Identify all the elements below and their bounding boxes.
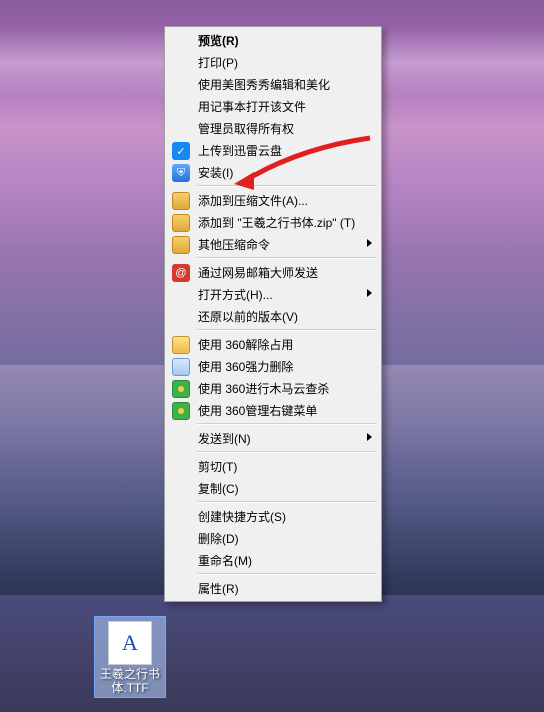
menu-item-label: 用记事本打开该文件 xyxy=(198,98,306,115)
360-delete-icon xyxy=(172,358,190,376)
menu-separator xyxy=(197,573,377,575)
menu-item-label: 打印(P) xyxy=(198,54,238,71)
menu-separator xyxy=(197,501,377,503)
submenu-arrow-icon xyxy=(367,239,372,247)
add-archive-icon xyxy=(172,192,190,210)
menu-item-label: 添加到压缩文件(A)... xyxy=(198,192,308,209)
menu-separator xyxy=(197,451,377,453)
submenu-arrow-icon xyxy=(367,433,372,441)
menu-item-print[interactable]: 打印(P) xyxy=(167,51,379,73)
menu-item-cut[interactable]: 剪切(T) xyxy=(167,455,379,477)
submenu-arrow-icon xyxy=(367,289,372,297)
menu-item-label: 使用 360强力删除 xyxy=(198,358,293,375)
menu-item-label: 安装(I) xyxy=(198,164,233,181)
menu-item-label: 创建快捷方式(S) xyxy=(198,508,286,525)
menu-item-label: 上传到迅雷云盘 xyxy=(198,142,282,159)
menu-item-notepad[interactable]: 用记事本打开该文件 xyxy=(167,95,379,117)
font-file-icon: A xyxy=(108,621,152,665)
menu-item-label: 属性(R) xyxy=(198,580,239,597)
menu-item-label: 打开方式(H)... xyxy=(198,286,273,303)
install-icon: ⛨ xyxy=(172,164,190,182)
menu-item-label: 使用 360进行木马云查杀 xyxy=(198,380,329,397)
menu-item-label: 通过网易邮箱大师发送 xyxy=(198,264,318,281)
menu-item-label: 添加到 "王羲之行书体.zip" (T) xyxy=(198,214,355,231)
menu-item-openwith[interactable]: 打开方式(H)... xyxy=(167,283,379,305)
menu-item-label: 重命名(M) xyxy=(198,552,252,569)
menu-separator xyxy=(197,185,377,187)
menu-item-xunlei[interactable]: ✓ 上传到迅雷云盘 xyxy=(167,139,379,161)
menu-item-label: 使用美图秀秀编辑和美化 xyxy=(198,76,330,93)
menu-item-add-archive[interactable]: 添加到压缩文件(A)... xyxy=(167,189,379,211)
menu-item-delete[interactable]: 删除(D) xyxy=(167,527,379,549)
menu-separator xyxy=(197,423,377,425)
menu-item-sendto[interactable]: 发送到(N) xyxy=(167,427,379,449)
menu-item-label: 使用 360管理右键菜单 xyxy=(198,402,317,419)
add-zip-icon xyxy=(172,214,190,232)
font-glyph: A xyxy=(122,630,138,656)
360-menu-icon xyxy=(172,402,190,420)
desktop-file-label: 王羲之行书体.TTF xyxy=(95,667,165,695)
menu-item-install[interactable]: ⛨ 安装(I) xyxy=(167,161,379,183)
menu-item-copy[interactable]: 复制(C) xyxy=(167,477,379,499)
desktop-file-ttf[interactable]: A 王羲之行书体.TTF xyxy=(94,616,166,698)
menu-item-meitu[interactable]: 使用美图秀秀编辑和美化 xyxy=(167,73,379,95)
menu-item-prev-ver[interactable]: 还原以前的版本(V) xyxy=(167,305,379,327)
menu-item-360-delete[interactable]: 使用 360强力删除 xyxy=(167,355,379,377)
xunlei-icon: ✓ xyxy=(172,142,190,160)
menu-item-rename[interactable]: 重命名(M) xyxy=(167,549,379,571)
360-trojan-icon xyxy=(172,380,190,398)
menu-item-properties[interactable]: 属性(R) xyxy=(167,577,379,599)
menu-item-label: 剪切(T) xyxy=(198,458,237,475)
menu-item-label: 复制(C) xyxy=(198,480,239,497)
menu-item-label: 还原以前的版本(V) xyxy=(198,308,298,325)
menu-item-label: 删除(D) xyxy=(198,530,239,547)
menu-item-label: 使用 360解除占用 xyxy=(198,336,293,353)
menu-separator xyxy=(197,329,377,331)
menu-item-163mail[interactable]: @ 通过网易邮箱大师发送 xyxy=(167,261,379,283)
other-compress-icon xyxy=(172,236,190,254)
menu-separator xyxy=(197,257,377,259)
menu-item-add-zip[interactable]: 添加到 "王羲之行书体.zip" (T) xyxy=(167,211,379,233)
menu-item-label: 其他压缩命令 xyxy=(198,236,270,253)
context-menu: 预览(R) 打印(P) 使用美图秀秀编辑和美化用记事本打开该文件管理员取得所有权 ✓ 上… xyxy=(164,26,382,602)
163mail-icon: @ xyxy=(172,264,190,282)
menu-item-label: 发送到(N) xyxy=(198,430,251,447)
menu-item-preview[interactable]: 预览(R) xyxy=(167,29,379,51)
menu-item-admin-own[interactable]: 管理员取得所有权 xyxy=(167,117,379,139)
menu-item-360-trojan[interactable]: 使用 360进行木马云查杀 xyxy=(167,377,379,399)
360-unlock-icon xyxy=(172,336,190,354)
menu-item-other-compress[interactable]: 其他压缩命令 xyxy=(167,233,379,255)
menu-item-360-unlock[interactable]: 使用 360解除占用 xyxy=(167,333,379,355)
menu-item-label: 预览(R) xyxy=(198,32,239,49)
menu-item-label: 管理员取得所有权 xyxy=(198,120,294,137)
menu-item-shortcut[interactable]: 创建快捷方式(S) xyxy=(167,505,379,527)
menu-item-360-menu[interactable]: 使用 360管理右键菜单 xyxy=(167,399,379,421)
